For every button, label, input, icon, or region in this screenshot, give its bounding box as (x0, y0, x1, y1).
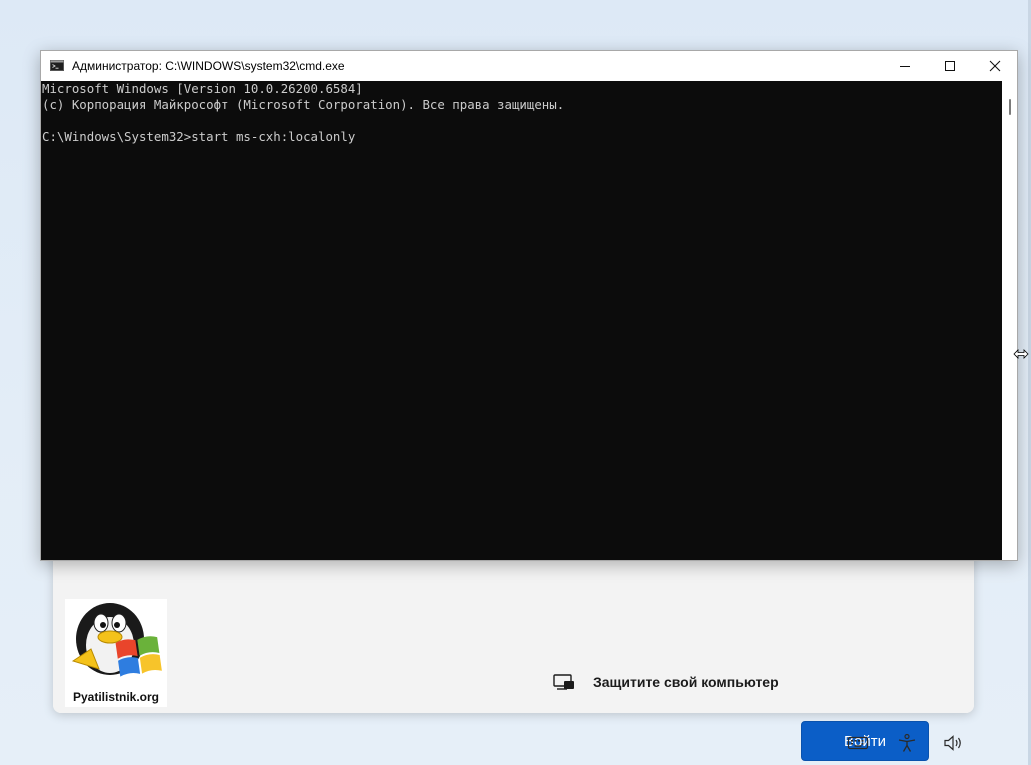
maximize-button[interactable] (927, 51, 973, 81)
vertical-scrollbar[interactable] (1002, 81, 1017, 560)
resize-cursor-icon (1013, 349, 1029, 359)
close-icon (989, 60, 1001, 72)
volume-icon[interactable] (943, 733, 965, 753)
minimize-icon (900, 66, 910, 67)
cmd-icon (50, 60, 64, 71)
close-button[interactable] (972, 51, 1018, 81)
accessibility-icon[interactable] (896, 733, 918, 753)
protect-text: Защитите свой компьютер (593, 674, 779, 690)
window-title: Администратор: C:\WINDOWS\system32\cmd.e… (72, 59, 345, 73)
console-line: Microsoft Windows [Version 10.0.26200.65… (42, 81, 363, 96)
minimize-button[interactable] (882, 51, 928, 81)
keyboard-icon[interactable] (847, 733, 869, 753)
console-line: (с) Корпорация Майкрософт (Microsoft Cor… (42, 97, 565, 112)
watermark-logo: Pyatilistnik.org (65, 599, 167, 707)
console-line: C:\Windows\System32>start ms-cxh:localon… (42, 129, 356, 144)
logo-text: Pyatilistnik.org (72, 690, 160, 704)
scroll-thumb[interactable] (1009, 99, 1011, 115)
title-bar[interactable]: Администратор: C:\WINDOWS\system32\cmd.e… (41, 51, 1017, 81)
protect-row: Защитите свой компьютер (553, 673, 779, 691)
maximize-icon (945, 61, 955, 71)
oobe-footer: Защитите свой компьютер Войти (53, 560, 974, 761)
cmd-window: Администратор: C:\WINDOWS\system32\cmd.e… (40, 50, 1018, 561)
penguin-logo-icon (71, 603, 162, 677)
console-output[interactable]: Microsoft Windows [Version 10.0.26200.65… (41, 81, 1002, 560)
device-shield-icon (553, 674, 574, 690)
